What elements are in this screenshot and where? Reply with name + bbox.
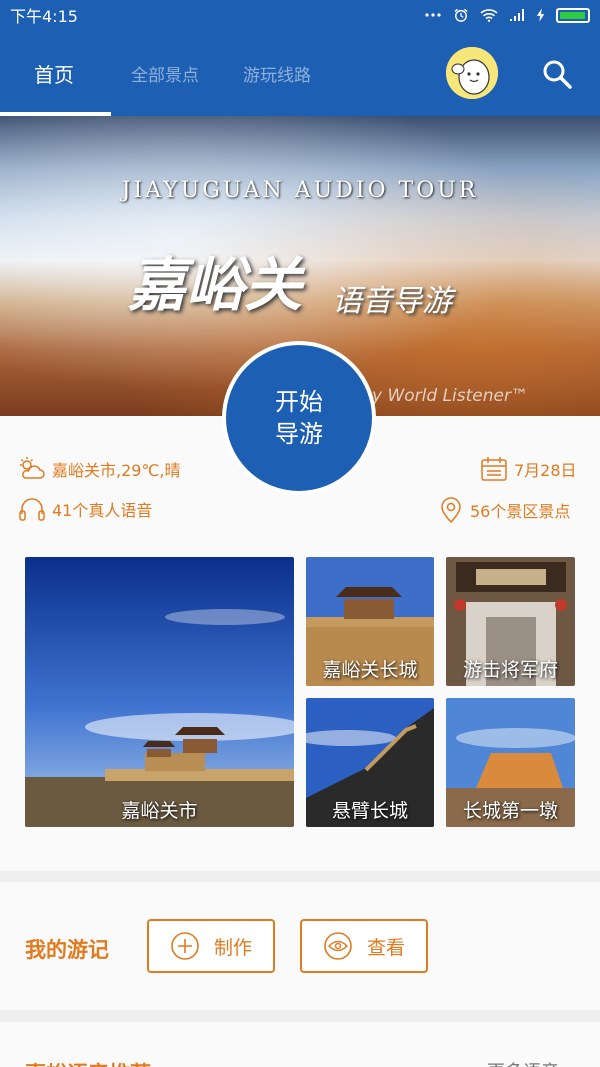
- voices-info: 41个真人语音: [18, 496, 152, 522]
- search-icon[interactable]: [540, 57, 574, 91]
- create-journal-button[interactable]: 制作: [147, 919, 275, 973]
- hero-credit: y World Listener™: [372, 386, 528, 406]
- charging-icon: [536, 8, 545, 22]
- avatar-character-icon: [446, 47, 498, 99]
- tile-overhanging-great-wall-label: 悬臂长城: [331, 800, 408, 822]
- start-guide-button[interactable]: 开始 导游: [222, 341, 376, 495]
- alarm-icon: [454, 8, 468, 22]
- view-journal-label: 查看: [366, 936, 405, 959]
- view-journal-button[interactable]: 查看: [300, 919, 428, 973]
- tab-home[interactable]: 首页: [34, 30, 74, 116]
- tile-jiayuguan-city[interactable]: 嘉峪关市: [25, 557, 294, 827]
- recommended-voices-title: 嘉峪语音推荐: [25, 1058, 151, 1067]
- tile-jiayuguan-city-image: [25, 557, 294, 827]
- tile-first-beacon[interactable]: 长城第一墩: [446, 698, 575, 827]
- tile-jiayuguan-great-wall[interactable]: 嘉峪关长城: [306, 557, 434, 686]
- more-voices-link[interactable]: 更多语音: [487, 1058, 559, 1067]
- status-time: 下午4:15: [10, 7, 78, 26]
- create-journal-label: 制作: [213, 936, 252, 959]
- spots-info: 56个景区景点: [438, 496, 570, 524]
- weather-text: 嘉峪关市,29℃,晴: [52, 461, 181, 480]
- battery-icon: [556, 7, 590, 23]
- plus-circle-icon: [171, 932, 199, 960]
- signal-icon: [510, 9, 524, 21]
- hero-english-title: JIAYUGUAN AUDIO TOUR: [121, 178, 479, 203]
- spots-text: 56个景区景点: [470, 502, 571, 521]
- tile-jiayuguan-great-wall-label: 嘉峪关长城: [322, 659, 418, 681]
- avatar[interactable]: [446, 47, 498, 99]
- tab-all-spots[interactable]: 全部景点: [131, 30, 199, 116]
- start-guide-label-line2: 导游: [275, 420, 323, 448]
- tile-overhanging-great-wall[interactable]: 悬臂长城: [306, 698, 434, 827]
- eye-icon: [324, 932, 352, 960]
- hero-chinese-subtitle: 语音导游: [332, 284, 452, 319]
- tile-first-beacon-label: 长城第一墩: [462, 800, 558, 822]
- journal-title: 我的游记: [25, 938, 109, 962]
- my-journal-card: 我的游记 制作 查看: [0, 882, 600, 1010]
- top-nav: 首页 全部景点 游玩线路: [0, 30, 600, 116]
- voices-text: 41个真人语音: [52, 501, 153, 520]
- status-icons: [424, 7, 590, 23]
- wifi-icon: [480, 9, 498, 22]
- tile-general-mansion-label: 游击将军府: [462, 659, 558, 681]
- status-bar: 下午4:15: [0, 0, 600, 30]
- hero-chinese-title: 嘉峪关: [128, 251, 303, 319]
- recommended-voices-card: 嘉峪语音推荐 更多语音: [0, 1022, 600, 1067]
- tab-tour-routes[interactable]: 游玩线路: [243, 30, 311, 116]
- more-dots-icon: [425, 13, 441, 17]
- tile-general-mansion[interactable]: 游击将军府: [446, 557, 575, 686]
- calendar-icon: [481, 457, 507, 481]
- start-guide-label-line1: 开始: [275, 388, 323, 416]
- weather-cloud-sun-icon: [20, 457, 45, 479]
- weather-info: 嘉峪关市,29℃,晴: [18, 456, 181, 482]
- tile-jiayuguan-city-label: 嘉峪关市: [121, 800, 198, 822]
- location-pin-icon: [441, 497, 461, 524]
- headphones-icon: [19, 498, 45, 521]
- date-text: 7月28日: [514, 461, 577, 480]
- date-info: 7月28日: [480, 456, 577, 482]
